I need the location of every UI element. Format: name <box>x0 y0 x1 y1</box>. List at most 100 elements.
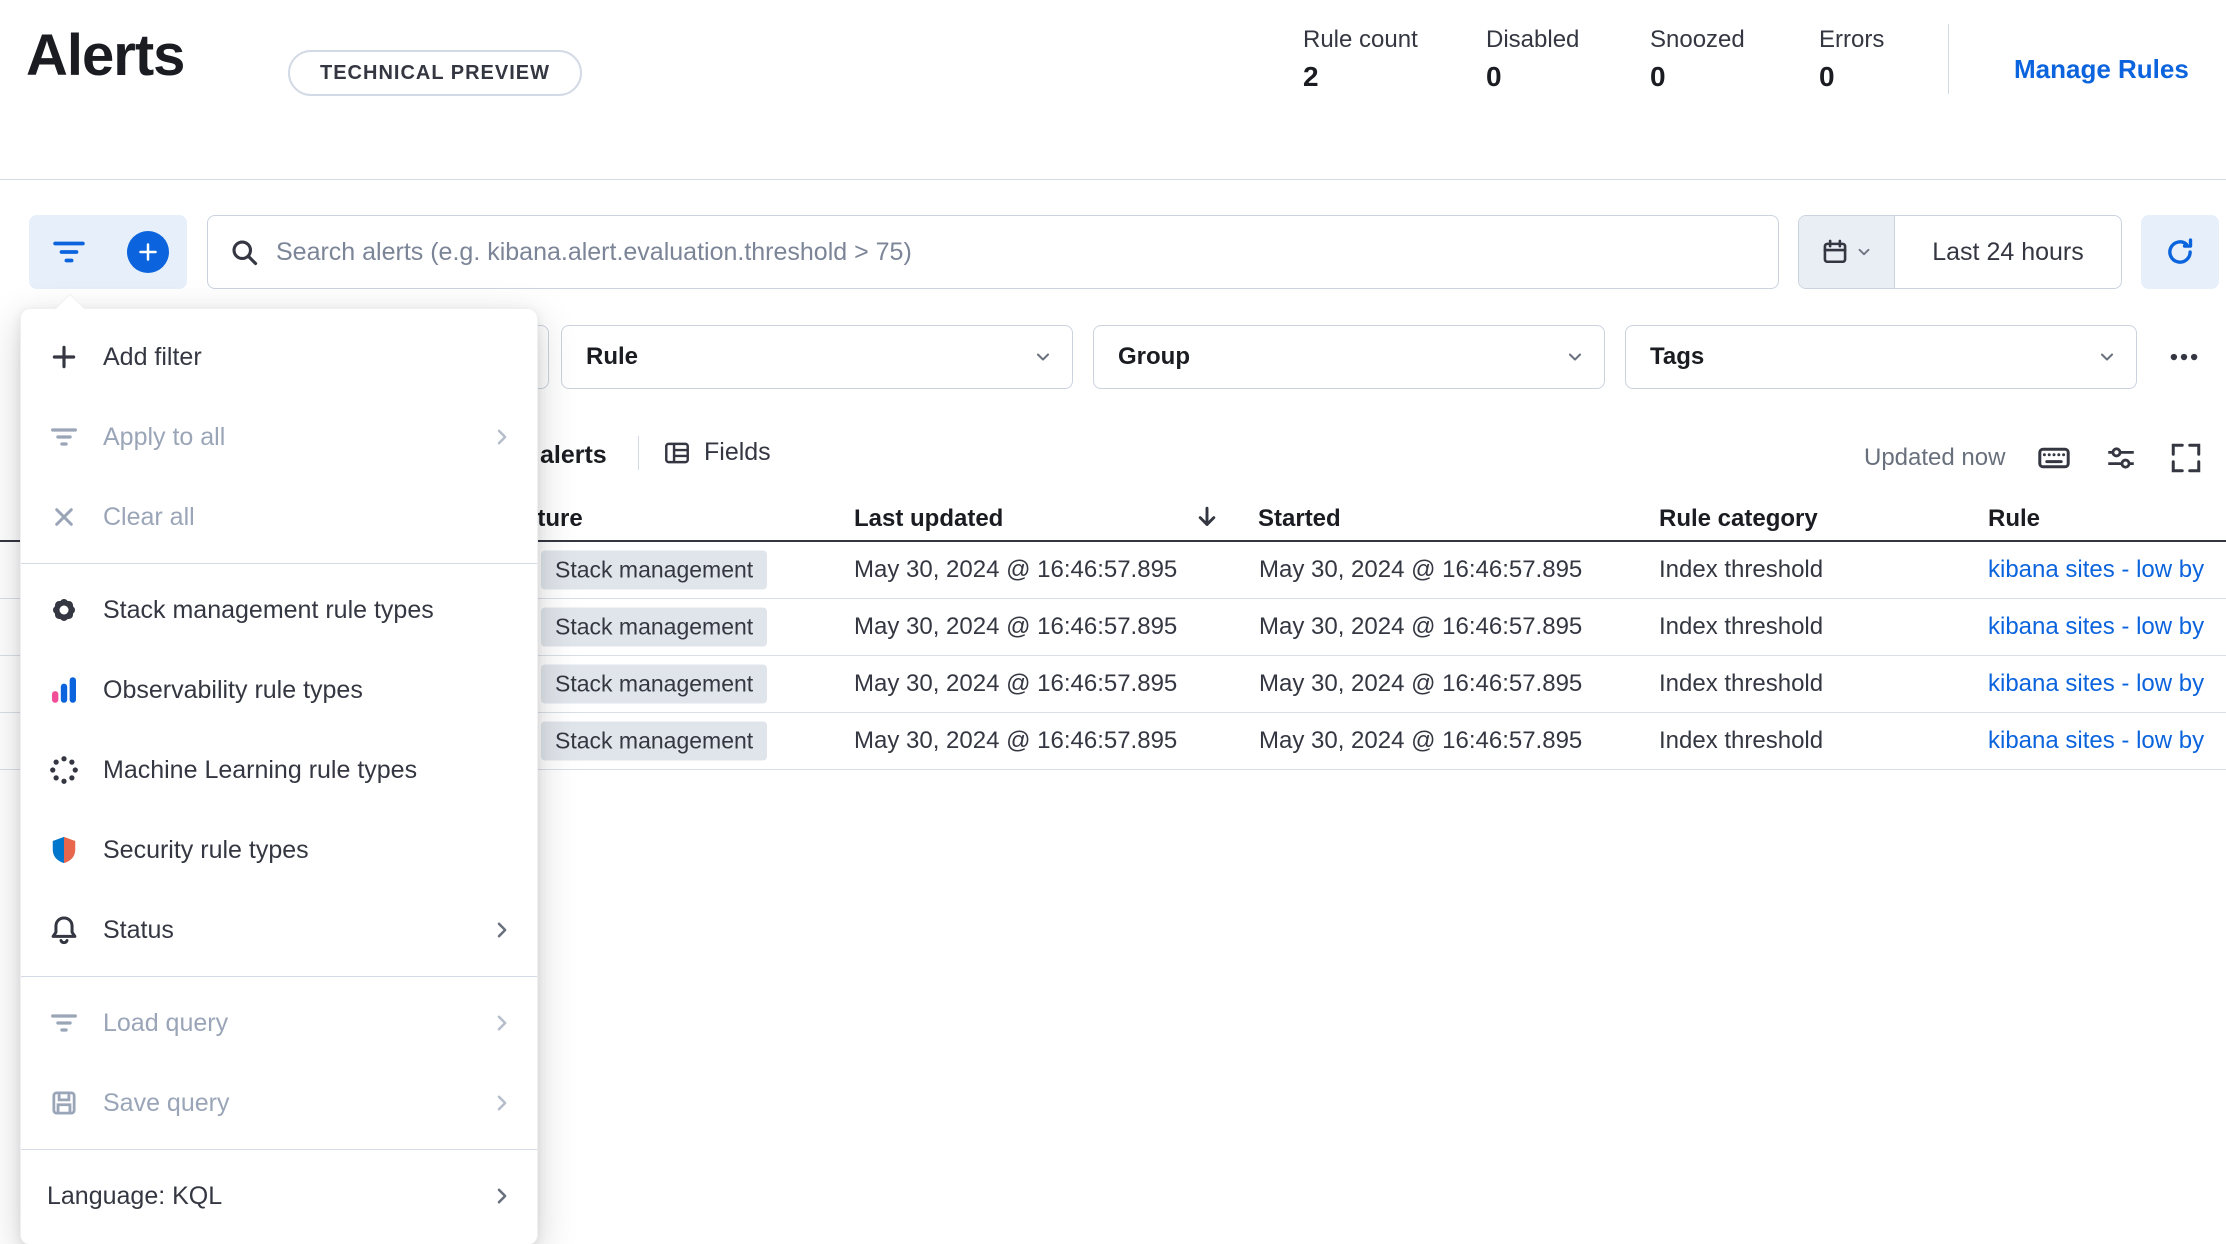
search-bar <box>207 215 1779 289</box>
rule-link[interactable]: kibana sites - low by <box>1988 556 2204 584</box>
menu-item-status[interactable]: Status <box>21 890 537 970</box>
last-updated-cell: May 30, 2024 @ 16:46:57.895 <box>854 613 1178 640</box>
bell-icon <box>47 913 81 947</box>
started-cell: May 30, 2024 @ 16:46:57.895 <box>1259 727 1583 754</box>
rule-category-cell: Index threshold <box>1659 613 1824 640</box>
rule-link[interactable]: kibana sites - low by <box>1988 613 2204 641</box>
machine-learning-logo-icon <box>47 753 81 787</box>
chevron-right-icon <box>491 919 513 941</box>
manage-rules-link[interactable]: Manage Rules <box>2014 54 2189 85</box>
feature-badge: Stack management <box>541 550 768 590</box>
menu-item-label: Stack management rule types <box>103 595 434 624</box>
filter-label: Group <box>1118 343 1190 370</box>
keyboard-shortcuts-button[interactable] <box>2036 440 2072 476</box>
chevron-right-icon <box>491 1012 513 1034</box>
menu-item-add-filter[interactable]: Add filter <box>21 317 537 397</box>
fields-button[interactable]: Fields <box>664 438 771 467</box>
menu-item-label: Language: KQL <box>47 1181 223 1210</box>
alerts-page: Alerts TECHNICAL PREVIEW Rule count 2 Di… <box>0 0 2226 1244</box>
column-header-rule[interactable]: Rule <box>1988 505 2040 533</box>
rule-link[interactable]: kibana sites - low by <box>1988 727 2204 755</box>
menu-item-save-query[interactable]: Save query <box>21 1063 537 1143</box>
table-toolbar-divider <box>638 436 639 470</box>
security-logo-icon <box>47 833 81 867</box>
rule-link[interactable]: kibana sites - low by <box>1988 670 2204 698</box>
last-updated-cell: May 30, 2024 @ 16:46:57.895 <box>854 727 1178 754</box>
menu-item-label: Save query <box>103 1088 230 1117</box>
stat-disabled: Disabled 0 <box>1486 26 1579 93</box>
menu-item-label: Load query <box>103 1008 229 1037</box>
menu-item-clear-all[interactable]: Clear all <box>21 477 537 557</box>
stat-value: 0 <box>1486 61 1502 92</box>
menu-item-label: Add filter <box>103 342 202 371</box>
chevron-down-icon <box>1856 244 1872 260</box>
stat-label: Snoozed <box>1650 26 1745 53</box>
started-cell: May 30, 2024 @ 16:46:57.895 <box>1259 670 1583 697</box>
observability-logo-icon <box>47 673 81 707</box>
refresh-button[interactable] <box>2141 215 2219 289</box>
alerts-count-label: alerts <box>540 441 607 469</box>
header-divider <box>0 179 2226 180</box>
menu-item-security-rule-types[interactable]: Security rule types <box>21 810 537 890</box>
filter-icon <box>47 420 81 454</box>
menu-item-language-kql[interactable]: Language: KQL <box>21 1156 537 1236</box>
stat-label: Errors <box>1819 26 1885 53</box>
feature-badge: Stack management <box>541 721 768 761</box>
column-header-last-updated[interactable]: Last updated <box>854 505 1003 533</box>
plus-icon <box>47 340 81 374</box>
chevron-right-icon <box>491 1092 513 1114</box>
more-options-button[interactable] <box>2152 336 2216 378</box>
fullscreen-icon <box>2171 443 2201 473</box>
stat-value: 0 <box>1650 61 1666 92</box>
menu-item-load-query[interactable]: Load query <box>21 983 537 1063</box>
chevron-down-icon <box>1034 348 1052 366</box>
filter-control-group[interactable]: Group <box>1093 325 1605 389</box>
cross-icon <box>47 500 81 534</box>
search-icon <box>230 238 258 266</box>
started-cell: May 30, 2024 @ 16:46:57.895 <box>1259 556 1583 583</box>
filter-icon <box>52 235 86 269</box>
filter-control-rule[interactable]: Rule <box>561 325 1073 389</box>
plus-circle-icon <box>126 231 169 273</box>
column-header-started[interactable]: Started <box>1258 505 1341 533</box>
fields-label: Fields <box>704 438 771 466</box>
last-updated-cell: May 30, 2024 @ 16:46:57.895 <box>854 670 1178 697</box>
time-range-button[interactable]: Last 24 hours <box>1895 216 2121 288</box>
add-filter-button[interactable] <box>108 215 187 289</box>
dots-horizontal-icon <box>2169 342 2199 372</box>
save-icon <box>47 1086 81 1120</box>
sort-descending-icon[interactable] <box>1194 504 1220 530</box>
menu-item-label: Machine Learning rule types <box>103 755 418 784</box>
stat-rule-count: Rule count 2 <box>1303 26 1418 93</box>
column-header-rule-category[interactable]: Rule category <box>1659 505 1818 533</box>
technical-preview-badge: TECHNICAL PREVIEW <box>288 50 582 96</box>
filter-button-group <box>29 215 187 289</box>
rule-category-cell: Index threshold <box>1659 727 1824 754</box>
calendar-icon <box>1822 239 1848 265</box>
stat-errors: Errors 0 <box>1819 26 1884 93</box>
menu-item-apply-to-all[interactable]: Apply to all <box>21 397 537 477</box>
display-options-button[interactable] <box>2103 440 2139 476</box>
filter-popover-menu: Add filter Apply to all Clear all Stack … <box>20 293 538 1244</box>
menu-divider <box>21 1149 537 1150</box>
date-quick-select-button[interactable] <box>1799 216 1895 288</box>
rule-category-cell: Index threshold <box>1659 556 1824 583</box>
feature-badge: Stack management <box>541 607 768 647</box>
filter-menu-button[interactable] <box>29 215 108 289</box>
filter-label: Tags <box>1650 343 1705 370</box>
menu-item-label: Status <box>103 915 174 944</box>
menu-item-machine-learning-rule-types[interactable]: Machine Learning rule types <box>21 730 537 810</box>
menu-item-label: Apply to all <box>103 422 226 451</box>
stat-snoozed: Snoozed 0 <box>1650 26 1745 93</box>
fullscreen-button[interactable] <box>2168 440 2204 476</box>
search-input[interactable] <box>276 237 1756 267</box>
gear-icon <box>47 593 81 627</box>
filter-control-tags[interactable]: Tags <box>1625 325 2137 389</box>
menu-item-observability-rule-types[interactable]: Observability rule types <box>21 650 537 730</box>
menu-item-stack-management-rule-types[interactable]: Stack management rule types <box>21 570 537 650</box>
filter-label: Rule <box>586 343 639 370</box>
menu-divider <box>21 976 537 977</box>
rule-category-cell: Index threshold <box>1659 670 1824 697</box>
header-vertical-divider <box>1948 24 1949 94</box>
filter-icon <box>47 1006 81 1040</box>
